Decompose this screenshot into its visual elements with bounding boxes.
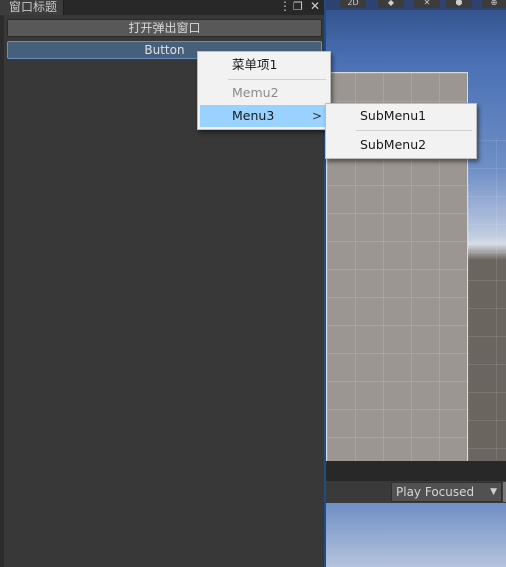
window-tab[interactable]: 窗口标题: [0, 0, 64, 15]
menu-separator: [228, 79, 326, 80]
menu-item-3-label: Menu3: [232, 108, 275, 123]
scene-audio-icon[interactable]: ✕: [414, 0, 440, 8]
menu-item-2[interactable]: Memu2: [200, 82, 328, 104]
more-options-icon[interactable]: ⋮: [279, 0, 291, 15]
menu-item-1[interactable]: 菜单项1: [200, 54, 328, 76]
chevron-right-icon: >: [311, 109, 322, 123]
submenu-item-2[interactable]: SubMenu2: [328, 134, 474, 156]
close-icon[interactable]: ✕: [310, 0, 320, 15]
submenu-item-1[interactable]: SubMenu1: [328, 105, 474, 127]
play-mode-label: Play Focused: [396, 485, 475, 499]
scene-gizmos-icon[interactable]: ⊕: [482, 0, 506, 8]
open-popup-button[interactable]: 打开弹出窗口: [7, 19, 322, 37]
window-titlebar: 窗口标题 ⋮ ❐ ✕: [0, 0, 324, 15]
window-left-border: [0, 15, 4, 567]
scene-grid-right: [468, 140, 506, 460]
maximize-icon[interactable]: ❐: [293, 0, 303, 15]
chevron-down-icon: ▼: [490, 487, 497, 497]
submenu-separator: [356, 130, 472, 131]
scene-toolbar: 2D ◆ ✕ ⬢ ⊕: [326, 0, 506, 10]
scene-lighting-icon[interactable]: ◆: [378, 0, 404, 8]
context-menu: 菜单项1 Memu2 Menu3 >: [197, 51, 331, 130]
play-focused-dropdown[interactable]: Play Focused ▼: [391, 482, 502, 502]
scene-effects-icon[interactable]: ⬢: [446, 0, 472, 8]
menu-item-3[interactable]: Menu3 >: [200, 105, 328, 127]
submenu: SubMenu1 SubMenu2: [325, 103, 477, 159]
game-view: [326, 503, 506, 567]
game-view-tabbar: [326, 461, 506, 481]
scene-2d-toggle[interactable]: 2D: [340, 0, 366, 8]
